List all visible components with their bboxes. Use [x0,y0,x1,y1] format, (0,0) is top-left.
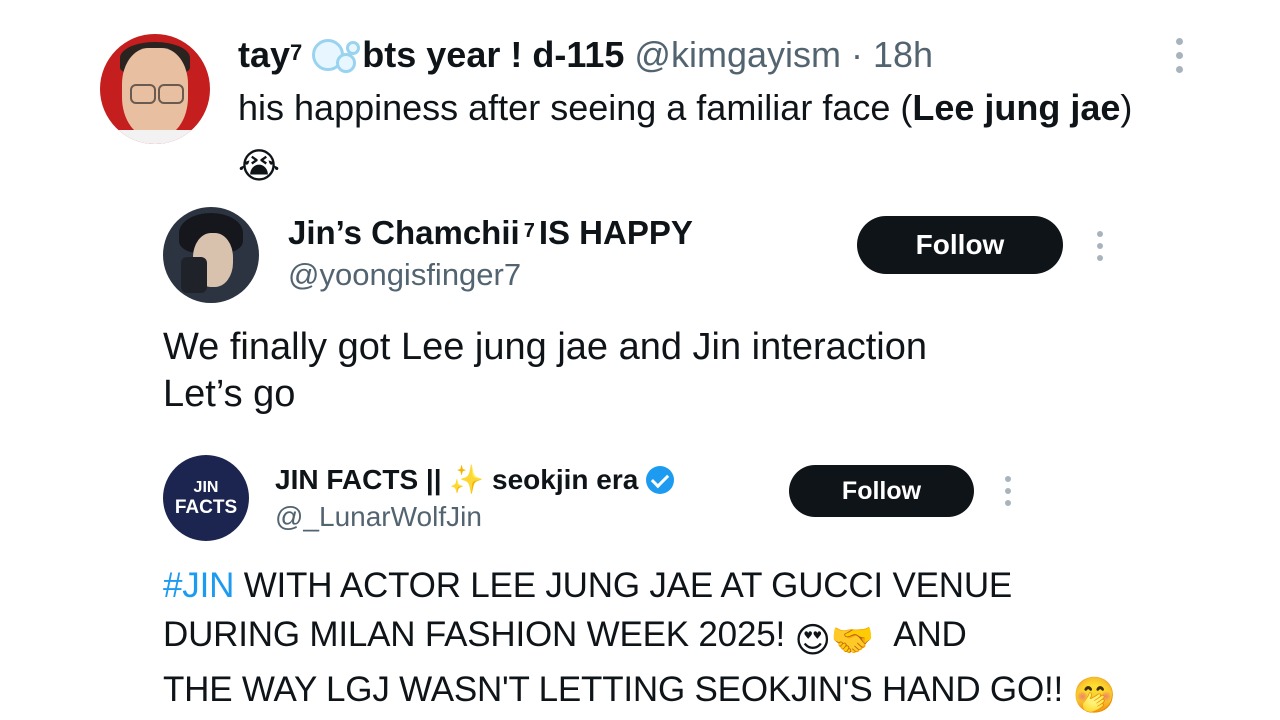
avatar-hand [181,257,207,293]
superscript: 7 [290,40,303,65]
bubbles-icon [312,37,361,73]
more-vertical-icon[interactable] [1173,36,1185,76]
glasses-icon [158,84,184,104]
more-vertical-icon[interactable] [1094,227,1106,267]
tweet-text: #JIN WITH ACTOR LEE JUNG JAE AT GUCCI VE… [163,561,1203,720]
user-handle[interactable]: @yoongisfinger7 [288,254,521,296]
avatar-text: JIN [193,479,219,496]
follow-button[interactable]: Follow [857,216,1063,274]
avatar-text: FACTS [174,497,238,518]
follow-button[interactable]: Follow [789,465,974,517]
avatar[interactable] [163,207,259,303]
display-name[interactable]: JIN FACTS || ✨ seokjin era [275,460,675,500]
handshake-emoji: 🤝 [830,621,875,660]
bold-name: Lee jung jae [912,87,1121,128]
user-handle[interactable]: @_LunarWolfJin [275,498,482,536]
more-vertical-icon[interactable] [1002,472,1014,512]
verified-badge-icon [646,466,675,494]
timestamp[interactable]: 18h [873,34,933,75]
tweet-text: We finally got Lee jung jae and Jin inte… [163,326,928,415]
heart-eyes-emoji: 😍 [794,621,831,660]
display-name[interactable]: tay7 bts year ! d-115 [238,34,624,75]
avatar[interactable] [100,34,210,144]
crying-emoji: 😭 [238,145,281,186]
sparkles-icon: ✨ [449,464,485,495]
display-name[interactable]: Jin’s Chamchii 7 IS HAPPY [288,211,693,255]
tweet-text: his happiness after seeing a familiar fa… [238,82,1158,192]
separator: · [851,34,863,75]
avatar[interactable]: JIN FACTS [163,455,249,541]
glasses-icon [130,84,156,104]
hand-over-mouth-emoji: 🤭 [1072,676,1117,715]
avatar-shirt [100,130,210,144]
tweet-header: tay7 bts year ! d-115 @kimgayism · 18h [238,30,933,80]
hashtag-link[interactable]: #JIN [163,566,234,605]
superscript: 7 [523,220,535,242]
user-handle[interactable]: @kimgayism [634,34,841,75]
